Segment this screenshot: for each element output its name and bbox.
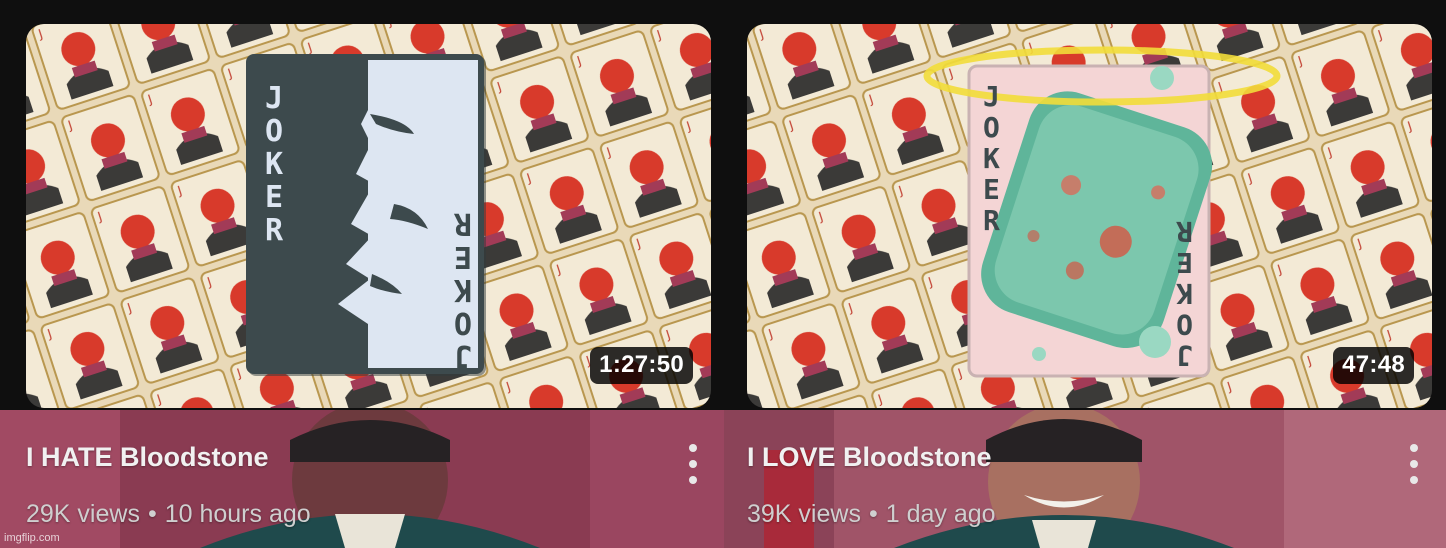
separator: • (147, 500, 157, 528)
upload-age: 10 hours ago (164, 500, 311, 528)
svg-text:E: E (265, 180, 283, 215)
video-thumbnail[interactable]: J O K E R J O K E R 47:48 (747, 24, 1432, 408)
view-count: 39K views (747, 500, 861, 528)
separator: • (868, 500, 878, 528)
more-vert-icon[interactable] (683, 444, 703, 484)
watermark: imgflip.com (4, 532, 60, 544)
svg-text:R: R (1176, 215, 1193, 248)
svg-text:J: J (265, 81, 283, 116)
svg-text:O: O (454, 305, 472, 340)
svg-text:E: E (983, 173, 1000, 206)
svg-text:K: K (983, 142, 1000, 175)
svg-text:O: O (265, 114, 283, 149)
video-stats: 29K views • 10 hours ago (26, 500, 311, 529)
svg-text:E: E (1176, 246, 1193, 279)
video-meta[interactable]: I HATE Bloodstone 29K views • 10 hours ago (0, 410, 724, 548)
video-card-love[interactable]: J O K E R J O K E R 47:48 I LOVE Bloodst… (724, 0, 1446, 548)
video-title[interactable]: I HATE Bloodstone (26, 442, 269, 473)
duration-badge: 47:48 (1333, 347, 1414, 384)
video-title[interactable]: I LOVE Bloodstone (747, 442, 992, 473)
video-thumbnail[interactable]: J J O K E R J (26, 24, 711, 408)
svg-text:J: J (983, 80, 1000, 113)
more-vert-icon[interactable] (1404, 444, 1424, 484)
video-meta[interactable]: I LOVE Bloodstone 39K views • 1 day ago (724, 410, 1446, 548)
svg-text:O: O (1176, 308, 1193, 341)
svg-text:R: R (983, 204, 1000, 237)
video-stats: 39K views • 1 day ago (747, 500, 996, 529)
svg-text:E: E (454, 239, 472, 274)
svg-text:K: K (265, 147, 283, 182)
svg-text:J: J (1176, 339, 1193, 372)
svg-text:R: R (265, 213, 284, 248)
view-count: 29K views (26, 500, 140, 528)
duration-badge: 1:27:50 (590, 347, 693, 384)
svg-text:K: K (454, 272, 472, 307)
upload-age: 1 day ago (885, 500, 996, 528)
svg-text:O: O (983, 111, 1000, 144)
thumbnail-art: J O K E R J O K E R (747, 24, 1432, 408)
svg-text:K: K (1176, 277, 1193, 310)
video-card-hate[interactable]: J J O K E R J (0, 0, 724, 548)
svg-text:J: J (454, 338, 472, 373)
svg-text:R: R (453, 206, 472, 241)
